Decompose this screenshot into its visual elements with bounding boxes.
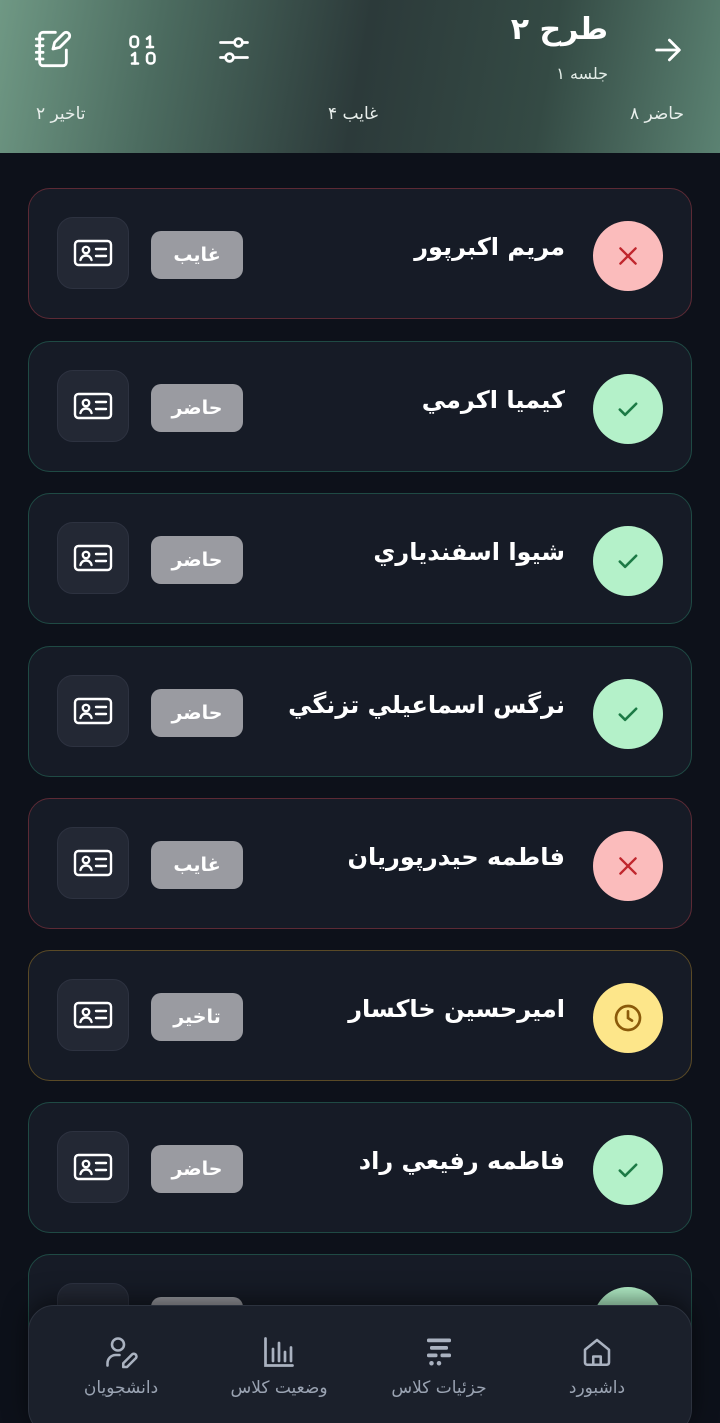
nav-class-status[interactable]: وضعيت كلاس: [199, 1334, 359, 1398]
student-name: مريم اكبرپور: [414, 233, 565, 261]
nav-dashboard[interactable]: داشبورد: [517, 1334, 677, 1398]
x-icon: [619, 247, 637, 265]
nav-students[interactable]: دانشجويان: [41, 1334, 201, 1398]
id-card-icon: [73, 697, 113, 725]
student-name: فاطمه رفيعي راد: [358, 1147, 565, 1175]
present-count: ۸ حاضر: [629, 104, 684, 124]
bar-chart-icon: [264, 1337, 294, 1367]
student-card[interactable]: شيوا اسفندياري حاضر: [28, 493, 692, 624]
status-toggle[interactable]: [593, 526, 663, 596]
binary-icon: [129, 35, 156, 65]
late-count: ۲ تاخير: [36, 104, 86, 124]
bottom-nav: داشبورد جزئيات كلاس وضعيت كلاس دانشجويان: [28, 1305, 692, 1423]
id-card-icon: [73, 1001, 113, 1029]
student-name: شيوا اسفندياري: [373, 538, 565, 566]
student-card[interactable]: مريم اكبرپور غايب: [28, 188, 692, 319]
check-icon: [618, 1163, 638, 1178]
student-profile-button[interactable]: [57, 1131, 129, 1203]
status-badge: حاضر: [151, 689, 243, 737]
student-name: نرگس اسماعيلي تزنگي: [288, 691, 565, 719]
status-toggle[interactable]: [593, 1135, 663, 1205]
id-card-icon: [73, 239, 113, 267]
status-toggle[interactable]: [593, 374, 663, 444]
user-edit-icon: [106, 1337, 138, 1369]
binary-toggle-button[interactable]: [122, 28, 166, 72]
student-profile-button[interactable]: [57, 675, 129, 747]
student-profile-button[interactable]: [57, 979, 129, 1051]
home-icon: [583, 1338, 611, 1367]
id-card-icon: [73, 849, 113, 877]
student-name: كيميا اكرمي: [421, 386, 565, 414]
status-toggle[interactable]: [593, 679, 663, 749]
nav-dashboard-label: داشبورد: [568, 1378, 626, 1398]
student-card[interactable]: فاطمه رفيعي راد حاضر: [28, 1102, 692, 1233]
status-badge: حاضر: [151, 384, 243, 432]
nav-students-label: دانشجويان: [83, 1378, 159, 1398]
student-card[interactable]: فاطمه حيدرپوريان غايب: [28, 798, 692, 929]
back-button[interactable]: [648, 30, 688, 70]
status-toggle[interactable]: [593, 221, 663, 291]
check-icon: [618, 707, 638, 722]
status-badge: حاضر: [151, 1145, 243, 1193]
status-toggle[interactable]: [593, 983, 663, 1053]
student-profile-button[interactable]: [57, 827, 129, 899]
notebook-pen-icon: [34, 30, 72, 68]
student-list: مريم اكبرپور غايب كيميا اكرمي حاضر شيوا …: [0, 153, 720, 1423]
page-title: طرح ۲: [510, 12, 608, 47]
student-name: اميرحسين خاكسار: [348, 995, 565, 1023]
student-name: فاطمه حيدرپوريان: [347, 843, 566, 871]
x-icon: [619, 857, 637, 875]
nav-class-status-label: وضعيت كلاس: [230, 1378, 328, 1398]
status-badge: تاخير: [151, 993, 243, 1041]
student-card[interactable]: اميرحسين خاكسار تاخير: [28, 950, 692, 1081]
id-card-icon: [73, 1153, 113, 1181]
student-profile-button[interactable]: [57, 370, 129, 442]
filter-button[interactable]: [212, 28, 256, 72]
nav-class-details[interactable]: جزئيات كلاس: [359, 1334, 519, 1398]
student-card[interactable]: نرگس اسماعيلي تزنگي حاضر: [28, 646, 692, 777]
app-header: طرح ۲ جلسه ۱ ۸ حاضر ۴ غايب ۲ تاخير: [0, 0, 720, 153]
presentation-icon: [427, 1338, 451, 1366]
student-profile-button[interactable]: [57, 217, 129, 289]
sliders-icon: [219, 37, 249, 63]
status-badge: حاضر: [151, 536, 243, 584]
clock-icon: [614, 1004, 642, 1032]
student-card[interactable]: كيميا اكرمي حاضر: [28, 341, 692, 472]
arrow-right-icon: [655, 38, 681, 62]
id-card-icon: [73, 392, 113, 420]
status-toggle[interactable]: [593, 831, 663, 901]
absent-count: ۴ غايب: [328, 104, 379, 124]
status-badge: غايب: [151, 841, 243, 889]
check-icon: [618, 554, 638, 569]
notes-button[interactable]: [30, 26, 76, 72]
nav-class-details-label: جزئيات كلاس: [391, 1378, 487, 1398]
student-profile-button[interactable]: [57, 522, 129, 594]
check-icon: [618, 402, 638, 417]
session-subtitle: جلسه ۱: [556, 64, 608, 83]
id-card-icon: [73, 544, 113, 572]
status-badge: غايب: [151, 231, 243, 279]
